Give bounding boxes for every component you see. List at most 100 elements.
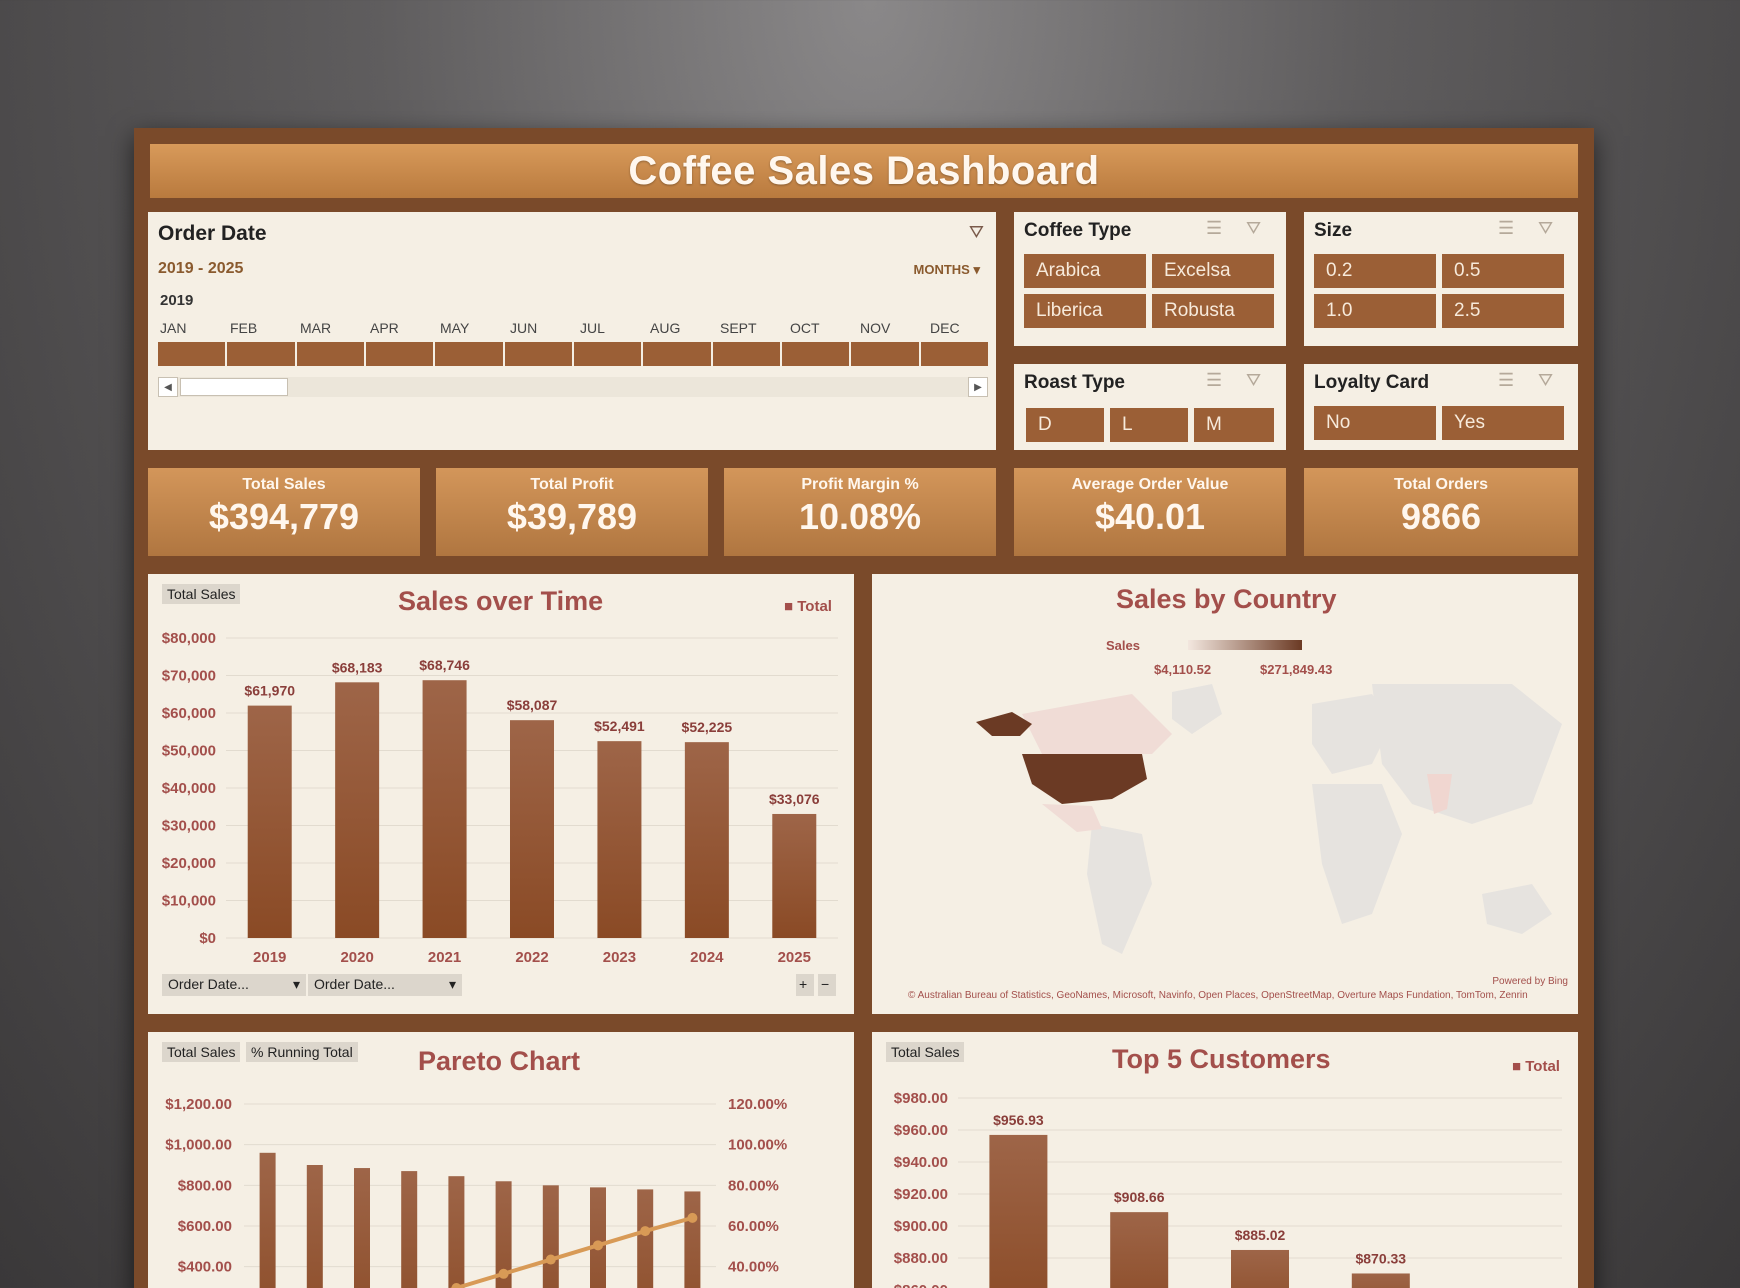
y2-tick-label: 120.00%	[728, 1096, 787, 1113]
month-bar[interactable]	[504, 342, 572, 366]
map-usa	[1022, 754, 1147, 804]
month-bar[interactable]	[158, 342, 226, 366]
roast-type-m[interactable]: M	[1194, 408, 1274, 442]
y-tick-label: $880.00	[894, 1250, 948, 1267]
bar	[422, 680, 467, 938]
bar	[684, 1191, 701, 1288]
top-customers-plot: $860.00 $880.00 $900.00 $920.00 $940.00 $960.…	[894, 1090, 1562, 1288]
y-tick-label: $60,000	[162, 705, 216, 722]
map-powered-by: Powered by Bing	[1492, 976, 1568, 987]
data-label: $58,087	[507, 697, 558, 713]
clear-filter-icon[interactable]: ⛛	[1538, 370, 1553, 391]
roast-type-slicer: Roast Type ☰ ⛛ D L M	[1014, 364, 1286, 450]
clear-filter-icon[interactable]: ⛛	[1538, 218, 1553, 239]
y-tick-label: $960.00	[894, 1122, 948, 1139]
month-bar[interactable]	[920, 342, 988, 366]
scroll-right-icon[interactable]: ▶	[968, 377, 988, 397]
bar	[306, 1165, 323, 1288]
running-total-point	[687, 1212, 698, 1223]
running-total-point	[640, 1226, 651, 1237]
y-tick-label: $1,200.00	[165, 1096, 232, 1113]
roast-type-l[interactable]: L	[1110, 408, 1188, 442]
clear-filter-icon[interactable]: ⛛	[969, 222, 984, 243]
order-date-title: Order Date	[158, 222, 267, 245]
loyalty-no[interactable]: No	[1314, 406, 1436, 440]
x-tick-label: 2024	[690, 949, 724, 966]
y-tick-label: $940.00	[894, 1154, 948, 1171]
y-tick-label: $920.00	[894, 1186, 948, 1203]
map-africa	[1312, 784, 1402, 924]
scroll-thumb[interactable]	[180, 378, 288, 396]
bar	[354, 1168, 370, 1288]
month-bars[interactable]	[158, 342, 988, 366]
x-tick-label: 2025	[778, 949, 811, 966]
scroll-left-icon[interactable]: ◀	[158, 377, 178, 397]
period-selector[interactable]: MONTHS ▾	[914, 262, 980, 278]
expand-button[interactable]: +	[796, 974, 814, 996]
bar	[590, 1187, 606, 1288]
month-bar[interactable]	[643, 342, 711, 366]
coffee-type-liberica[interactable]: Liberica	[1024, 294, 1146, 328]
size-0-5[interactable]: 0.5	[1442, 254, 1564, 288]
month-label: JAN	[160, 320, 187, 336]
map-greenland	[1172, 684, 1222, 734]
month-bar[interactable]	[781, 342, 850, 366]
coffee-type-robusta[interactable]: Robusta	[1152, 294, 1274, 328]
collapse-button[interactable]: −	[818, 974, 836, 996]
loyalty-yes[interactable]: Yes	[1442, 406, 1564, 440]
month-label: JUN	[510, 320, 538, 336]
y2-tick-label: 40.00%	[728, 1259, 779, 1276]
coffee-type-excelsa[interactable]: Excelsa	[1152, 254, 1274, 288]
multi-select-icon[interactable]: ☰	[1206, 370, 1222, 391]
y-tick-label: $80,000	[162, 630, 216, 647]
x-tick-label: 2021	[428, 949, 461, 966]
size-2-5[interactable]: 2.5	[1442, 294, 1564, 328]
month-bar[interactable]	[712, 342, 780, 366]
month-bar[interactable]	[573, 342, 642, 366]
multi-select-icon[interactable]: ☰	[1498, 218, 1514, 239]
y-tick-label: $30,000	[162, 818, 216, 835]
kpi-total-profit: Total Profit $39,789	[436, 468, 708, 556]
map-south-america	[1087, 824, 1152, 954]
bar	[259, 1152, 276, 1288]
pareto-plot: $200.0020.00%$400.0040.00%$600.0060.00%$…	[165, 1096, 787, 1288]
month-bar[interactable]	[435, 342, 503, 366]
month-bar[interactable]	[851, 342, 919, 366]
month-label: OCT	[790, 320, 820, 336]
data-label: $68,183	[332, 659, 383, 675]
x-tick-label: 2020	[340, 949, 373, 966]
size-1-0[interactable]: 1.0	[1314, 294, 1436, 328]
world-map[interactable]	[872, 574, 1578, 1014]
x-tick-label: 2019	[253, 949, 286, 966]
size-title: Size	[1314, 220, 1353, 241]
clear-filter-icon[interactable]: ⛛	[1246, 218, 1261, 239]
month-bar[interactable]	[296, 342, 364, 366]
bar	[401, 1171, 418, 1288]
order-date-dropdown-1[interactable]: Order Date... ▾	[162, 974, 306, 996]
size-0-2[interactable]: 0.2	[1314, 254, 1436, 288]
multi-select-icon[interactable]: ☰	[1206, 218, 1222, 239]
month-bar[interactable]	[227, 342, 295, 366]
roast-type-d[interactable]: D	[1026, 408, 1104, 442]
running-total-line	[449, 1215, 693, 1288]
order-date-dropdown-2[interactable]: Order Date... ▾	[308, 974, 462, 996]
month-label: DEC	[930, 320, 960, 336]
month-labels: JAN FEB MAR APR MAY JUN JUL AUG SEPT OCT NOV DEC	[158, 320, 998, 338]
bar	[1110, 1212, 1169, 1288]
coffee-type-arabica[interactable]: Arabica	[1024, 254, 1146, 288]
sales-by-country-map: Sales by Country Sales $4,110.52 $271,84…	[872, 574, 1578, 1014]
multi-select-icon[interactable]: ☰	[1498, 370, 1514, 391]
top-customers-chart: Total Sales Top 5 Customers ■ Total $860…	[872, 1032, 1578, 1288]
timeline-scrollbar[interactable]: ◀ ▶	[158, 377, 988, 397]
month-label: MAY	[440, 320, 470, 336]
month-label: NOV	[860, 320, 891, 336]
month-bar[interactable]	[365, 342, 434, 366]
bar	[1351, 1273, 1410, 1288]
clear-filter-icon[interactable]: ⛛	[1246, 370, 1261, 391]
bar	[335, 682, 380, 938]
bar	[684, 742, 729, 938]
bar	[637, 1189, 654, 1288]
loyalty-card-slicer: Loyalty Card ☰ ⛛ No Yes	[1304, 364, 1578, 450]
coffee-type-title: Coffee Type	[1024, 220, 1132, 241]
sales-over-time-plot: $0 $10,000 $20,000 $30,000 $40,000 $50,000 $60…	[162, 630, 838, 966]
